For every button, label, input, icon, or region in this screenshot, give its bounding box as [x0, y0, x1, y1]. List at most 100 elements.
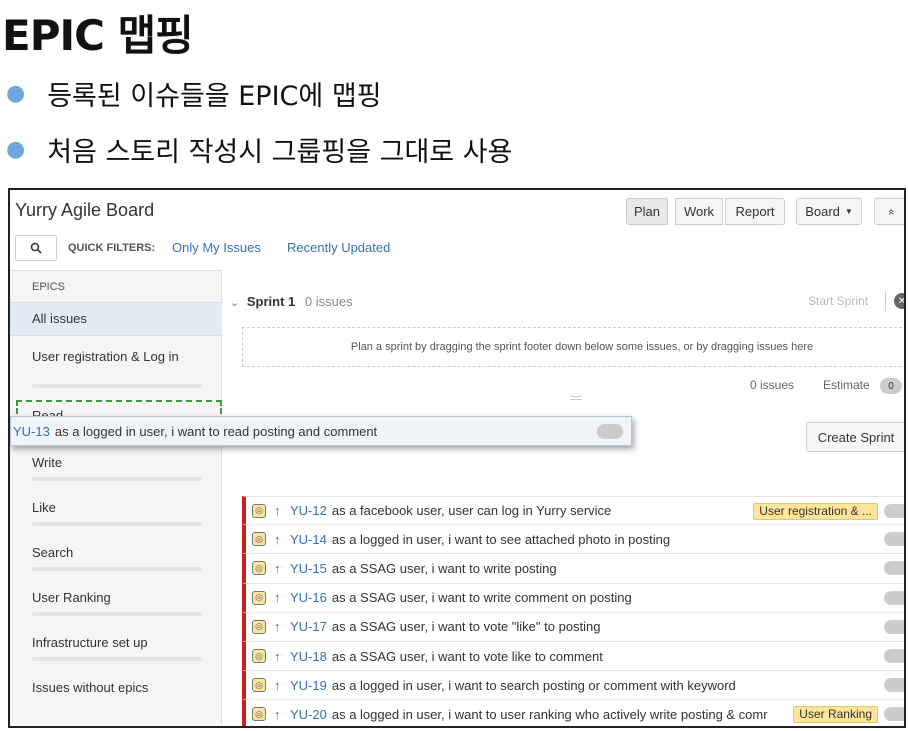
- estimate-pill: [884, 590, 904, 605]
- collapse-header-button[interactable]: «: [874, 198, 904, 225]
- issue-key[interactable]: YU-20: [290, 707, 327, 722]
- close-icon[interactable]: ✕: [894, 293, 904, 309]
- epic-user-registration[interactable]: User registration & Log in: [10, 349, 222, 388]
- epic-label: Infrastructure set up: [32, 635, 148, 650]
- drag-handle-icon[interactable]: [570, 396, 582, 400]
- estimate-pill: [884, 532, 904, 547]
- sprint-header[interactable]: ⌄ Sprint 1 0 issues: [230, 294, 353, 309]
- priority-up-icon: ↑: [274, 560, 281, 576]
- story-icon: ◎: [252, 561, 266, 576]
- sprint-name: Sprint 1: [246, 294, 296, 309]
- bullet-item: ● 등록된 이슈들을 EPIC에 맵핑: [6, 74, 382, 113]
- epic-user-ranking[interactable]: User Ranking: [10, 590, 222, 616]
- priority-up-icon: ↑: [274, 706, 281, 722]
- divider: [885, 291, 886, 311]
- epic-badge: User Ranking: [793, 706, 878, 724]
- slide-title: EPIC 맵핑: [2, 11, 194, 60]
- board-title: Yurry Agile Board: [15, 200, 155, 220]
- bullet-item: ● 처음 스토리 작성시 그룹핑을 그대로 사용: [6, 130, 512, 169]
- epic-all-issues[interactable]: All issues: [10, 302, 222, 336]
- sprint-drop-area[interactable]: Plan a sprint by dragging the sprint foo…: [242, 327, 904, 367]
- epic-issues-without-epics[interactable]: Issues without epics: [10, 680, 222, 695]
- issue-summary: as a logged in user, i want to read post…: [54, 423, 378, 439]
- work-mode-button[interactable]: Work: [675, 198, 723, 225]
- issue-key[interactable]: YU-13: [13, 424, 50, 439]
- table-row[interactable]: ◎ ↑ YU-14 as a logged in user, i want to…: [242, 525, 904, 555]
- filter-only-my-issues[interactable]: Only My Issues: [172, 240, 261, 255]
- epic-like[interactable]: Like: [10, 500, 222, 526]
- issue-key[interactable]: YU-15: [290, 561, 327, 576]
- estimate-pill: [884, 707, 904, 722]
- table-row[interactable]: ◎ ↑ YU-18 as a SSAG user, i want to vote…: [242, 641, 904, 672]
- plan-mode-button[interactable]: Plan: [626, 198, 668, 225]
- table-row[interactable]: ◎ ↑ YU-19 as a logged in user, i want to…: [242, 671, 904, 701]
- start-sprint-button[interactable]: Start Sprint: [808, 294, 868, 308]
- chevron-down-icon[interactable]: ⌄: [230, 297, 239, 309]
- story-icon: ◎: [252, 678, 266, 693]
- search-icon: [30, 242, 42, 254]
- issue-key[interactable]: YU-14: [290, 532, 327, 547]
- table-row[interactable]: ◎ ↑ YU-17 as a SSAG user, i want to vote…: [242, 612, 904, 642]
- issue-summary: as a SSAG user, i want to write comment …: [331, 590, 632, 606]
- story-icon: ◎: [252, 590, 266, 605]
- create-sprint-button[interactable]: Create Sprint: [806, 422, 904, 452]
- epic-progress-bar: [32, 522, 202, 526]
- table-row[interactable]: ◎ ↑ YU-20 as a logged in user, i want to…: [242, 700, 904, 726]
- chevron-up-icon: «: [885, 208, 897, 215]
- estimate-pill: [884, 619, 904, 634]
- issue-summary: as a logged in user, i want to user rank…: [331, 706, 768, 722]
- story-icon: ◎: [252, 707, 266, 722]
- priority-up-icon: ↑: [274, 648, 281, 664]
- epic-label: Search: [32, 545, 74, 560]
- sprint-estimate-label: Estimate: [823, 378, 870, 392]
- epic-search[interactable]: Search: [10, 545, 222, 571]
- backlog-list: ◎ ↑ YU-12 as a facebook user, user can l…: [242, 496, 904, 726]
- estimate-pill: [884, 648, 904, 663]
- search-button[interactable]: [15, 235, 57, 261]
- epic-progress-bar: [32, 477, 202, 481]
- story-icon: ◎: [252, 619, 266, 634]
- priority-up-icon: ↑: [274, 531, 281, 547]
- bullet-text: 등록된 이슈들을 EPIC에 맵핑: [47, 81, 382, 112]
- table-row[interactable]: ◎ ↑ YU-15 as a SSAG user, i want to writ…: [242, 554, 904, 584]
- issue-key[interactable]: YU-12: [290, 503, 327, 518]
- priority-up-icon: ↑: [274, 503, 281, 519]
- epic-label: Issues without epics: [32, 680, 149, 695]
- issue-summary: as a SSAG user, i want to write posting: [331, 560, 557, 576]
- bullet-dot-icon: ●: [6, 137, 26, 162]
- board-menu-label: Board: [805, 204, 840, 219]
- epic-write[interactable]: Write: [10, 455, 222, 481]
- filter-recently-updated[interactable]: Recently Updated: [287, 240, 390, 255]
- sprint-footer-issues: 0 issues: [750, 378, 795, 392]
- issue-key[interactable]: YU-19: [290, 678, 327, 693]
- issue-key[interactable]: YU-17: [290, 619, 327, 634]
- epic-progress-bar: [32, 384, 202, 388]
- issue-key[interactable]: YU-16: [290, 590, 327, 605]
- bullet-dot-icon: ●: [6, 81, 26, 106]
- epics-sidebar: EPICS All issues User registration & Log…: [10, 270, 222, 726]
- issue-summary: as a SSAG user, i want to vote "like" to…: [331, 619, 601, 635]
- board-menu-button[interactable]: Board ▼: [796, 198, 862, 225]
- estimate-pill: [884, 504, 904, 518]
- sprint-issue-count: 0 issues: [304, 294, 353, 309]
- caret-down-icon: ▼: [844, 207, 853, 216]
- epic-infrastructure[interactable]: Infrastructure set up: [10, 635, 222, 661]
- story-icon: ◎: [252, 503, 266, 518]
- estimate-pill: [597, 424, 623, 439]
- issue-key[interactable]: YU-18: [290, 649, 327, 664]
- estimate-badge: 0: [880, 378, 902, 394]
- table-row[interactable]: ◎ ↑ YU-16 as a SSAG user, i want to writ…: [242, 583, 904, 613]
- story-icon: ◎: [252, 532, 266, 547]
- epic-label: Write: [32, 455, 63, 470]
- quick-filters-label: QUICK FILTERS:: [68, 242, 156, 254]
- priority-up-icon: ↑: [274, 590, 281, 606]
- dragged-issue-card[interactable]: YU-13 as a logged in user, i want to rea…: [10, 416, 632, 446]
- epic-badge: User registration & ...: [753, 503, 878, 520]
- report-mode-button[interactable]: Report: [725, 198, 785, 225]
- epic-label: Like: [32, 500, 56, 515]
- epic-progress-bar: [32, 567, 202, 571]
- epic-progress-bar: [32, 612, 202, 616]
- table-row[interactable]: ◎ ↑ YU-12 as a facebook user, user can l…: [242, 496, 904, 526]
- epic-progress-bar: [32, 657, 202, 661]
- issue-summary: as a logged in user, i want to search po…: [331, 677, 736, 693]
